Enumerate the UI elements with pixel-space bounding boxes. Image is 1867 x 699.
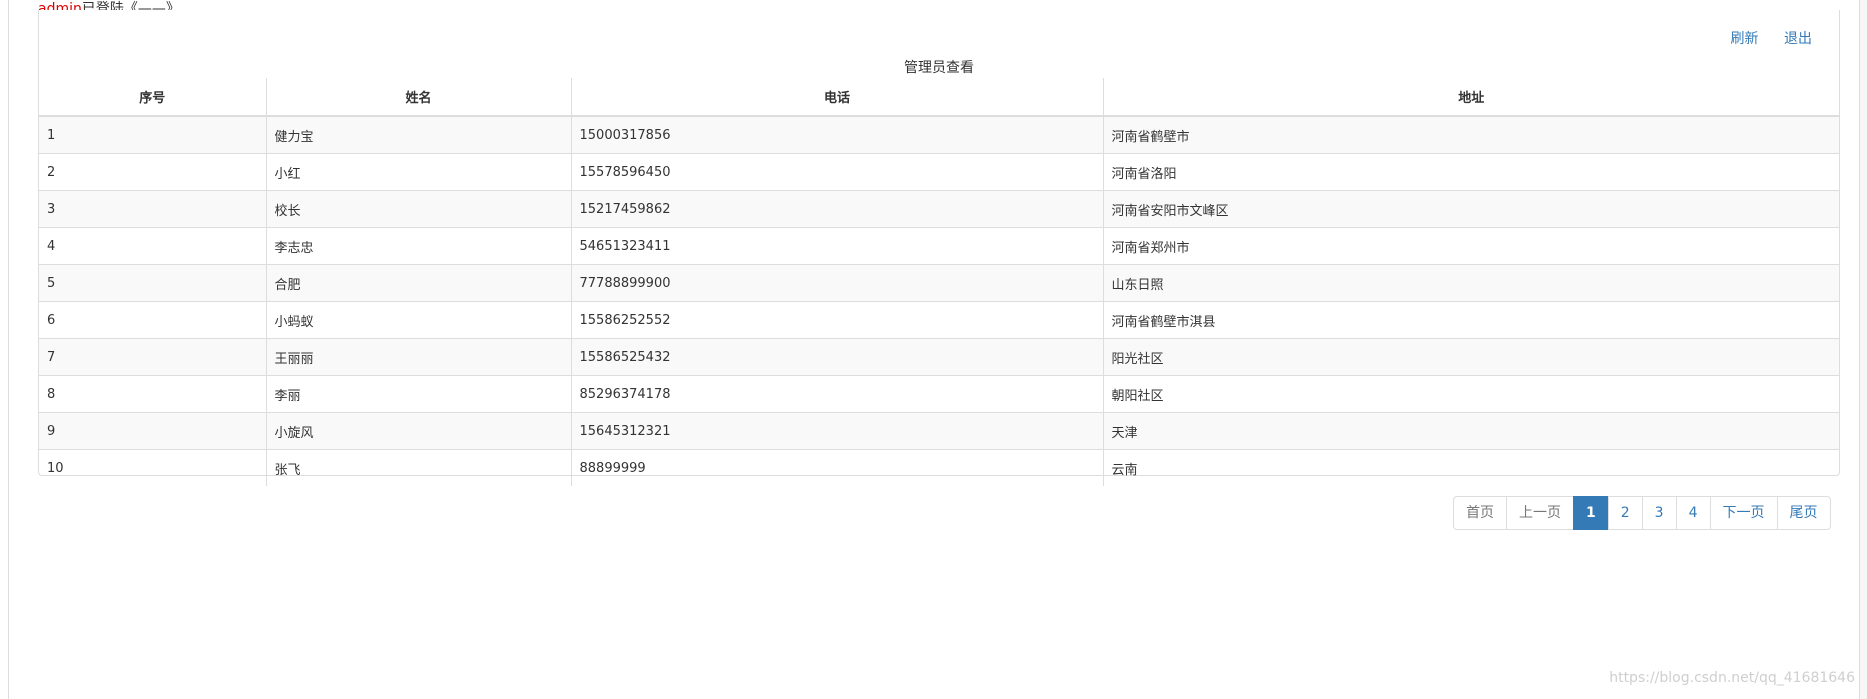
cell-address: 天津: [1103, 412, 1839, 450]
left-border: [0, 0, 9, 699]
column-header-index: 序号: [39, 78, 267, 117]
admin-table: 序号 姓名 电话 地址 1 健力宝 15000317856 河南省鹤壁市 2 小…: [39, 78, 1839, 486]
table-row: 9 小旋风 15645312321 天津: [39, 412, 1839, 450]
cell-name: 小红: [266, 153, 572, 191]
cell-phone: 15586252552: [571, 301, 1104, 339]
page-3-button[interactable]: 3: [1641, 496, 1677, 530]
cell-address: 山东日照: [1103, 264, 1839, 302]
cell-index: 7: [39, 338, 267, 376]
table-row: 8 李丽 85296374178 朝阳社区: [39, 375, 1839, 413]
table-row: 4 李志忠 54651323411 河南省郑州市: [39, 227, 1839, 265]
cell-index: 10: [39, 449, 267, 486]
pagination: 首页 上一页 1 2 3 4 下一页 尾页: [1453, 496, 1831, 530]
cell-name: 王丽丽: [266, 338, 572, 376]
column-header-phone: 电话: [571, 78, 1104, 117]
table-row: 10 张飞 88899999 云南: [39, 449, 1839, 486]
cell-phone: 15578596450: [571, 153, 1104, 191]
cell-index: 3: [39, 190, 267, 228]
cell-address: 河南省安阳市文峰区: [1103, 190, 1839, 228]
cell-name: 张飞: [266, 449, 572, 486]
table-row: 3 校长 15217459862 河南省安阳市文峰区: [39, 190, 1839, 228]
cell-address: 河南省鹤壁市: [1103, 115, 1839, 154]
table-caption: 管理员查看: [904, 60, 974, 76]
admin-panel: 刷新 退出 管理员查看 序号 姓名 电话 地址 1 健力宝 1500031785…: [38, 10, 1840, 486]
right-scroll-edge: [1859, 0, 1867, 699]
cell-phone: 15217459862: [571, 190, 1104, 228]
page-2-button[interactable]: 2: [1607, 496, 1643, 530]
panel-actions: 刷新 退出: [1710, 28, 1812, 48]
last-page-button[interactable]: 尾页: [1776, 496, 1831, 530]
first-page-button[interactable]: 首页: [1453, 496, 1507, 530]
next-page-button[interactable]: 下一页: [1709, 496, 1778, 530]
cell-address: 河南省鹤壁市淇县: [1103, 301, 1839, 339]
cell-name: 校长: [266, 190, 572, 228]
prev-page-button[interactable]: 上一页: [1506, 496, 1574, 530]
cell-address: 朝阳社区: [1103, 375, 1839, 413]
cell-phone: 88899999: [571, 449, 1104, 486]
cell-index: 9: [39, 412, 267, 450]
column-header-name: 姓名: [266, 78, 572, 117]
page-1-button[interactable]: 1: [1573, 496, 1609, 530]
cell-phone: 15645312321: [571, 412, 1104, 450]
cell-index: 2: [39, 153, 267, 191]
table-row: 7 王丽丽 15586525432 阳光社区: [39, 338, 1839, 376]
cell-address: 河南省郑州市: [1103, 227, 1839, 265]
cell-index: 8: [39, 375, 267, 413]
cell-address: 河南省洛阳: [1103, 153, 1839, 191]
column-header-address: 地址: [1103, 78, 1839, 117]
table-header-row: 序号 姓名 电话 地址: [39, 78, 1839, 117]
logout-link[interactable]: 退出: [1784, 31, 1812, 47]
cell-index: 4: [39, 227, 267, 265]
cell-name: 小旋风: [266, 412, 572, 450]
table-row: 6 小蚂蚁 15586252552 河南省鹤壁市淇县: [39, 301, 1839, 339]
cell-name: 合肥: [266, 264, 572, 302]
page-4-button[interactable]: 4: [1675, 496, 1711, 530]
cell-phone: 15586525432: [571, 338, 1104, 376]
cell-phone: 77788899900: [571, 264, 1104, 302]
cell-name: 李丽: [266, 375, 572, 413]
cell-index: 6: [39, 301, 267, 339]
table-row: 1 健力宝 15000317856 河南省鹤壁市: [39, 115, 1839, 154]
cell-index: 5: [39, 264, 267, 302]
cell-phone: 15000317856: [571, 115, 1104, 154]
watermark: https://blog.csdn.net/qq_41681646: [1609, 670, 1855, 686]
table-row: 2 小红 15578596450 河南省洛阳: [39, 153, 1839, 191]
cell-phone: 85296374178: [571, 375, 1104, 413]
cell-phone: 54651323411: [571, 227, 1104, 265]
table-row: 5 合肥 77788899900 山东日照: [39, 264, 1839, 302]
cell-name: 健力宝: [266, 115, 572, 154]
refresh-link[interactable]: 刷新: [1731, 31, 1759, 47]
cell-address: 云南: [1103, 449, 1839, 486]
cell-index: 1: [39, 115, 267, 154]
cell-name: 李志忠: [266, 227, 572, 265]
cell-name: 小蚂蚁: [266, 301, 572, 339]
cell-address: 阳光社区: [1103, 338, 1839, 376]
